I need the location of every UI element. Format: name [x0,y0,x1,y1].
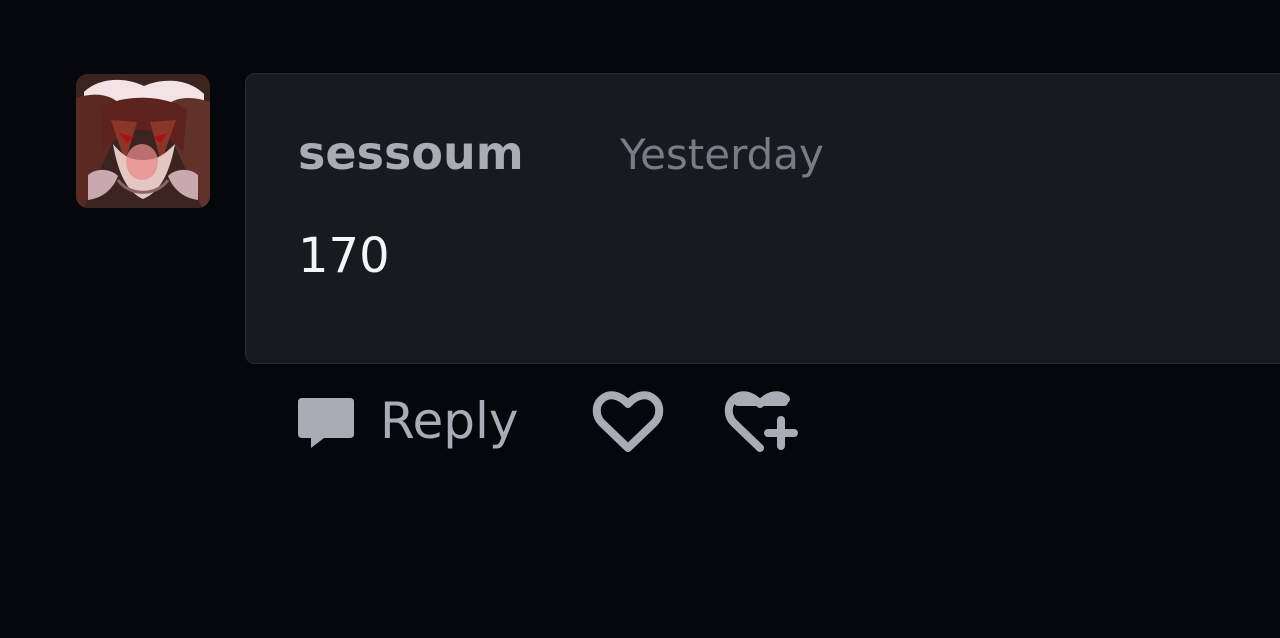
like-button[interactable] [592,390,664,456]
comment-body: 170 [298,228,390,284]
comment-author[interactable]: sessoum [298,124,524,182]
comment-card [245,73,1280,364]
add-reaction-icon [724,391,798,452]
avatar-image [76,74,210,208]
comment-page: sessoum Yesterday 170 Reply [0,0,1280,638]
comment-timestamp[interactable]: Yesterday [620,128,824,182]
add-reaction-button[interactable] [724,390,802,456]
user-avatar[interactable] [76,74,210,208]
reply-label: Reply [380,392,519,450]
comment-bubble-icon [298,398,354,448]
reply-button[interactable]: Reply [296,386,518,456]
heart-icon [592,391,664,452]
